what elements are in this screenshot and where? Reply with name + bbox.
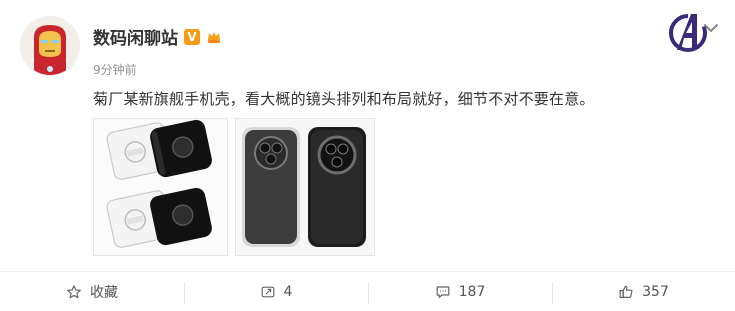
repost-count: 4 bbox=[283, 283, 293, 300]
repost-action[interactable]: 4 bbox=[184, 272, 368, 311]
username-row: 数码闲聊站 V bbox=[93, 24, 222, 49]
favorite-label: 收藏 bbox=[90, 284, 118, 301]
avatar[interactable] bbox=[20, 16, 80, 76]
chevron-down-icon[interactable] bbox=[701, 18, 721, 38]
star-icon bbox=[67, 284, 81, 298]
post-timestamp[interactable]: 9分钟前 bbox=[93, 61, 137, 78]
like-count: 357 bbox=[642, 283, 669, 300]
repost-icon bbox=[261, 286, 274, 297]
comment-icon bbox=[436, 285, 450, 298]
comment-count: 187 bbox=[458, 283, 486, 300]
crown-badge-icon bbox=[206, 29, 222, 45]
username[interactable]: 数码闲聊站 bbox=[93, 24, 178, 49]
like-icon bbox=[619, 285, 633, 298]
comment-action[interactable]: 187 bbox=[368, 272, 552, 311]
weibo-post-card: 数码闲聊站 V 9分钟前 菊厂某新旗舰手机壳，看大概的镜头排列和布局就好，细节不… bbox=[0, 0, 735, 310]
post-image-1[interactable] bbox=[93, 118, 228, 256]
post-image-2[interactable] bbox=[235, 118, 375, 256]
phone-case-image bbox=[94, 119, 227, 255]
verified-badge-icon: V bbox=[184, 28, 200, 45]
phone-render-image bbox=[236, 119, 374, 255]
post-text: 菊厂某新旗舰手机壳，看大概的镜头排列和布局就好，细节不对不要在意。 bbox=[93, 90, 595, 108]
post-actions-bar: 收藏 4 187 357 bbox=[0, 271, 735, 311]
like-action[interactable]: 357 bbox=[552, 272, 735, 311]
ironman-avatar-icon bbox=[21, 17, 79, 75]
favorite-action[interactable]: 收藏 bbox=[0, 272, 184, 311]
